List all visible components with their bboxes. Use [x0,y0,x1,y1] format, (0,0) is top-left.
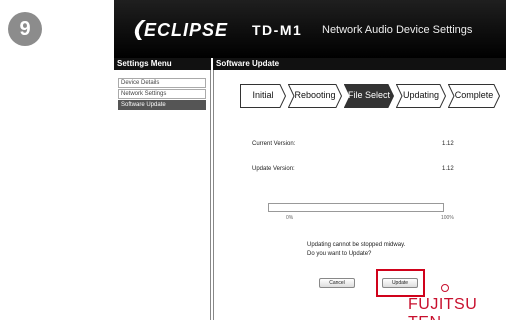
model-name: TD-M1 [252,22,303,38]
update-version-value: 1.12 [442,166,454,172]
current-version-label: Current Version: [252,141,296,147]
update-version-label: Update Version: [252,166,295,172]
step-complete: Complete [448,84,500,108]
settings-window: ECLIPSE TD-M1 Network Audio Device Setti… [114,0,506,320]
sidebar-item-software-update[interactable]: Software Update [118,100,206,110]
settings-menu: Device Details Network Settings Software… [114,70,211,320]
sidebar-item-network-settings[interactable]: Network Settings [118,89,206,99]
current-version-value: 1.12 [442,141,454,147]
sidebar-item-device-details[interactable]: Device Details [118,78,206,88]
page-title: Software Update [213,58,506,70]
brand-mark-icon [441,284,449,292]
step-rebooting: Rebooting [288,84,342,108]
progress-max-label: 100% [441,215,454,221]
product-title: Network Audio Device Settings [322,24,473,36]
step-file-select: File Select [344,84,394,108]
step-initial: Initial [240,84,286,108]
progress-min-label: 0% [286,215,294,221]
sidebar-title: Settings Menu [114,58,211,70]
warning-message-line2: Do you want to Update? [307,251,372,257]
fujitsu-ten-logo: FUJITSU TEN [408,296,478,320]
cancel-button[interactable]: Cancel [319,278,355,288]
eclipse-logo: ECLIPSE [128,18,238,42]
warning-message-line1: Updating cannot be stopped midway. [307,242,406,248]
step-number-badge: 9 [8,12,42,46]
software-update-panel: Initial Rebooting File Select Updating C… [213,70,506,320]
update-button[interactable]: Update [382,278,418,288]
app-header: ECLIPSE TD-M1 Network Audio Device Setti… [114,0,506,58]
update-progress-bar [268,203,444,212]
step-updating: Updating [396,84,446,108]
